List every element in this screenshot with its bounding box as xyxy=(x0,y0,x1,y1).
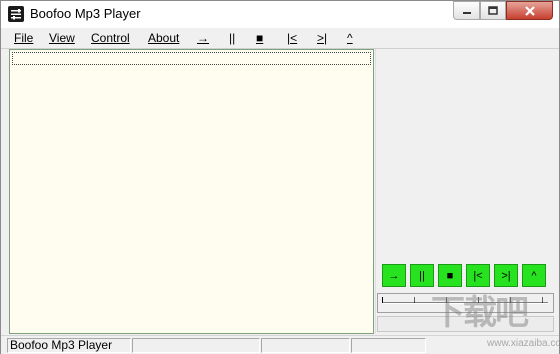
minimize-icon xyxy=(462,11,471,14)
menu-about[interactable]: About xyxy=(148,31,179,45)
stop-icon: ■ xyxy=(446,269,454,282)
seek-tick xyxy=(542,297,543,303)
eject-icon: ^ xyxy=(347,31,353,45)
eject-icon: ^ xyxy=(531,269,537,282)
play-icon: → xyxy=(388,269,400,282)
status-pane-2 xyxy=(132,338,260,353)
menu-control-label: Control xyxy=(91,31,130,45)
watermark-url: www.xiazaiba.com xyxy=(487,338,560,349)
maximize-icon xyxy=(488,5,498,15)
previous-icon: |< xyxy=(287,31,298,45)
app-icon[interactable] xyxy=(8,6,24,22)
next-button[interactable]: >| xyxy=(494,264,518,287)
stop-icon: ■ xyxy=(256,31,264,45)
next-icon: >| xyxy=(501,269,511,282)
toolbar-eject-button[interactable]: ^ xyxy=(347,31,353,45)
previous-icon: |< xyxy=(473,269,483,282)
menu-control[interactable]: Control xyxy=(91,31,130,45)
watermark: 下载吧 xyxy=(431,294,529,332)
menu-file[interactable]: File xyxy=(14,31,33,45)
seek-tick xyxy=(414,297,415,303)
close-button[interactable] xyxy=(506,1,553,20)
maximize-button[interactable] xyxy=(480,1,506,20)
menu-file-label: File xyxy=(14,31,34,45)
pause-button[interactable]: || xyxy=(410,264,434,287)
previous-button[interactable]: |< xyxy=(466,264,490,287)
pause-icon: || xyxy=(229,31,236,45)
toolbar-pause-button[interactable]: || xyxy=(229,31,235,45)
title-bar[interactable]: Boofoo Mp3 Player xyxy=(1,1,559,28)
status-bar: Boofoo Mp3 Player xyxy=(1,335,559,354)
menu-bar: File View Control About → || ■ |< >| ^ xyxy=(1,28,559,49)
menu-view[interactable]: View xyxy=(49,31,75,45)
play-button[interactable]: → xyxy=(382,264,406,287)
playlist-focus-row[interactable] xyxy=(12,52,371,65)
toolbar-next-button[interactable]: >| xyxy=(317,31,327,45)
play-icon: → xyxy=(197,31,209,45)
status-pane-3 xyxy=(261,338,350,353)
close-icon xyxy=(524,5,535,16)
toolbar-stop-button[interactable]: ■ xyxy=(256,31,263,45)
eject-button[interactable]: ^ xyxy=(522,264,546,287)
app-window: Boofoo Mp3 Player File View Control Abou… xyxy=(0,0,560,354)
menu-about-label: About xyxy=(148,31,180,45)
menu-view-label: View xyxy=(49,31,75,45)
stop-button[interactable]: ■ xyxy=(438,264,462,287)
playlist-panel[interactable] xyxy=(9,49,374,334)
next-icon: >| xyxy=(317,31,328,45)
toolbar-previous-button[interactable]: |< xyxy=(287,31,297,45)
seek-thumb[interactable] xyxy=(382,297,383,303)
minimize-button[interactable] xyxy=(453,1,480,20)
status-app-name: Boofoo Mp3 Player xyxy=(7,338,131,353)
toolbar-play-button[interactable]: → xyxy=(197,31,209,45)
status-pane-4 xyxy=(351,338,426,353)
window-title: Boofoo Mp3 Player xyxy=(30,6,141,21)
pause-icon: || xyxy=(419,269,425,282)
